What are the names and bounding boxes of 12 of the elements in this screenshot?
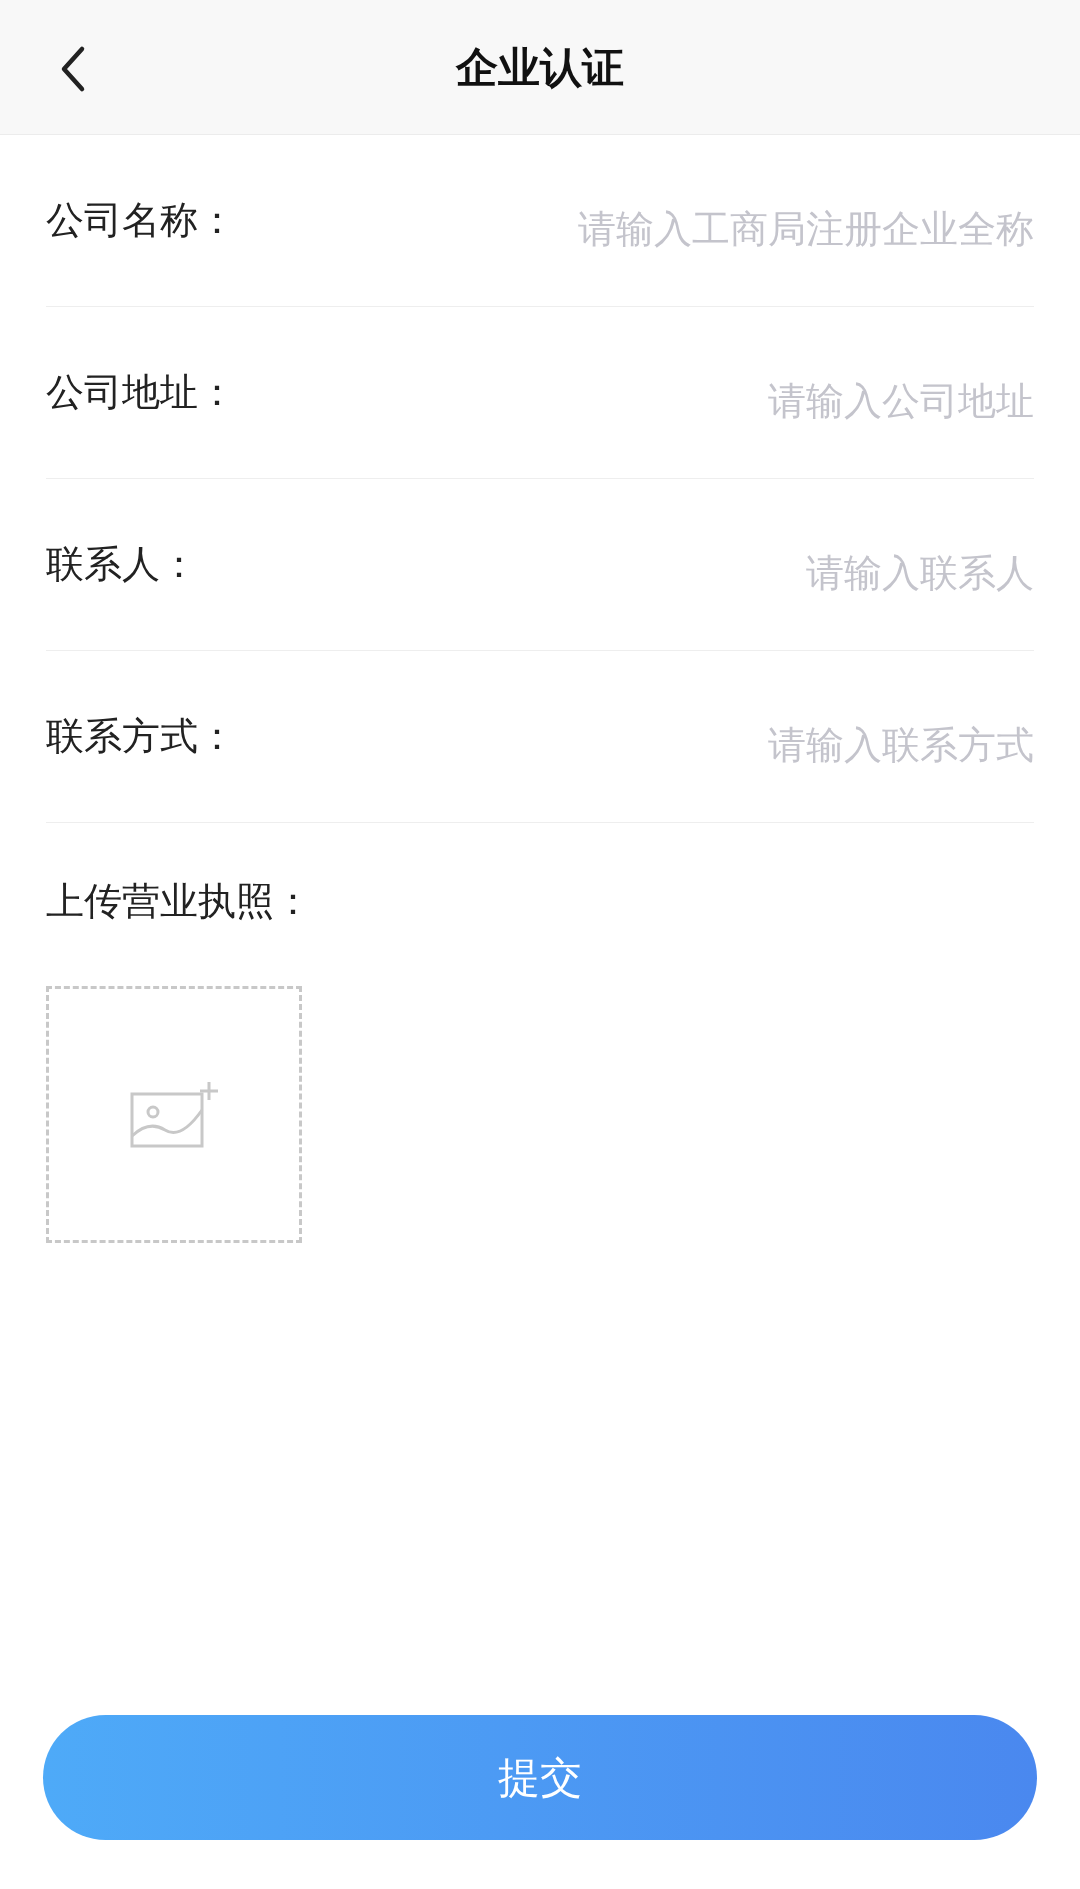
input-field[interactable]: 请输入联系方式: [252, 715, 1034, 776]
field-label: 公司名称：: [46, 198, 236, 243]
field-label: 联系方式：: [46, 714, 236, 759]
input-field[interactable]: 请输入联系人: [214, 543, 1034, 604]
page-title: 企业认证: [456, 42, 624, 93]
input-field[interactable]: 请输入工商局注册企业全称: [252, 199, 1034, 260]
upload-label: 上传营业执照：: [46, 879, 313, 924]
input-field[interactable]: 请输入公司地址: [252, 371, 1034, 432]
field-label: 联系人：: [46, 542, 198, 587]
submit-button[interactable]: 提交: [43, 1715, 1037, 1840]
field-label: 公司地址：: [46, 370, 236, 415]
add-image-icon: [129, 1079, 219, 1150]
